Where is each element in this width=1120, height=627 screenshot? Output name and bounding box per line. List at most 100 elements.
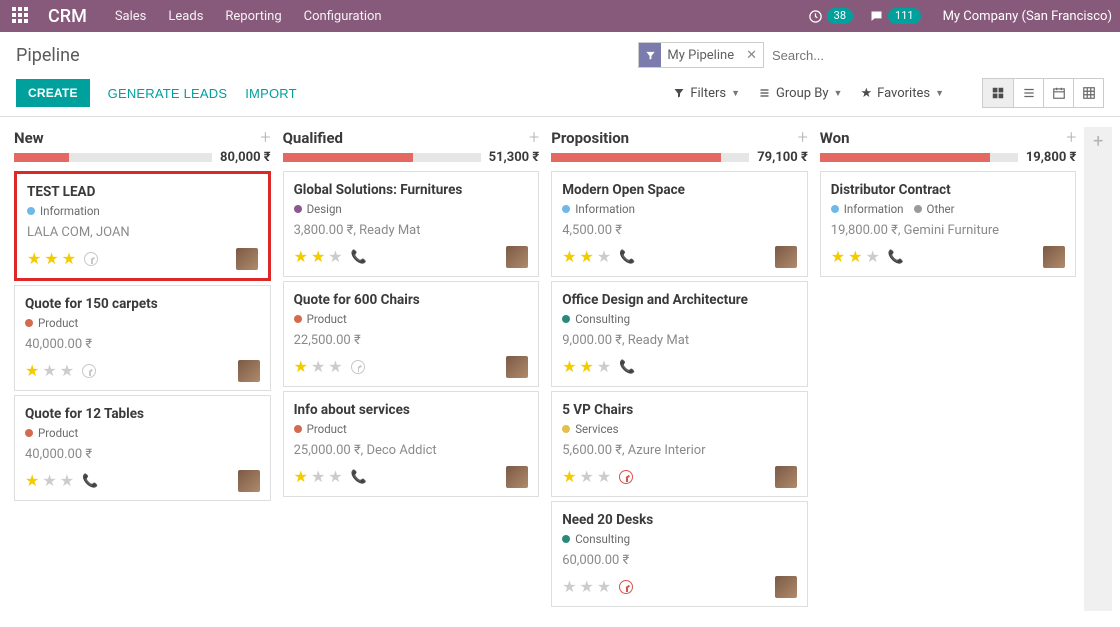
nav-reporting[interactable]: Reporting (225, 9, 281, 24)
kanban-card[interactable]: Quote for 600 ChairsProduct22,500.00 ₹★★… (283, 281, 540, 387)
progress-bar[interactable] (283, 153, 481, 162)
apps-icon[interactable] (12, 7, 30, 25)
star-icon[interactable]: ★ (294, 359, 308, 375)
list-view-button[interactable] (1013, 79, 1043, 107)
star-icon[interactable]: ★ (562, 579, 576, 595)
phone-icon[interactable]: 📞 (619, 250, 635, 265)
pivot-view-button[interactable] (1073, 79, 1103, 107)
avatar[interactable] (238, 360, 260, 382)
star-icon[interactable]: ★ (597, 359, 611, 375)
star-icon[interactable]: ★ (562, 469, 576, 485)
priority-stars[interactable]: ★★★ (27, 251, 76, 267)
kanban-card[interactable]: Modern Open SpaceInformation4,500.00 ₹★★… (551, 171, 808, 277)
star-icon[interactable]: ★ (580, 469, 594, 485)
priority-stars[interactable]: ★★★ (831, 249, 880, 265)
company-switcher[interactable]: My Company (San Francisco) (943, 9, 1112, 24)
avatar[interactable] (506, 246, 528, 268)
column-add-icon[interactable]: + (1066, 127, 1076, 148)
avatar[interactable] (775, 466, 797, 488)
avatar[interactable] (1043, 246, 1065, 268)
import-button[interactable]: IMPORT (245, 86, 297, 101)
star-icon[interactable]: ★ (328, 359, 342, 375)
kanban-card[interactable]: 5 VP ChairsServices5,600.00 ₹, Azure Int… (551, 391, 808, 497)
phone-icon[interactable]: 📞 (888, 250, 904, 265)
column-add-icon[interactable]: + (529, 127, 539, 148)
kanban-view-button[interactable] (983, 79, 1013, 107)
star-icon[interactable]: ★ (328, 249, 342, 265)
avatar[interactable] (775, 246, 797, 268)
avatar[interactable] (238, 470, 260, 492)
generate-leads-button[interactable]: GENERATE LEADS (108, 86, 228, 101)
discuss-button[interactable]: 111 (869, 8, 921, 24)
star-icon[interactable]: ★ (62, 251, 76, 267)
star-icon[interactable]: ★ (597, 249, 611, 265)
star-icon[interactable]: ★ (42, 363, 56, 379)
priority-stars[interactable]: ★★★ (294, 249, 343, 265)
star-icon[interactable]: ★ (562, 359, 576, 375)
avatar[interactable] (506, 356, 528, 378)
star-icon[interactable]: ★ (580, 579, 594, 595)
priority-stars[interactable]: ★★★ (25, 363, 74, 379)
priority-stars[interactable]: ★★★ (562, 249, 611, 265)
phone-icon[interactable]: 📞 (619, 360, 635, 375)
star-icon[interactable]: ★ (42, 473, 56, 489)
star-icon[interactable]: ★ (328, 469, 342, 485)
star-icon[interactable]: ★ (848, 249, 862, 265)
star-icon[interactable]: ★ (562, 249, 576, 265)
progress-bar[interactable] (551, 153, 749, 162)
phone-icon[interactable]: 📞 (351, 250, 367, 265)
progress-bar[interactable] (820, 153, 1018, 162)
calendar-view-button[interactable] (1043, 79, 1073, 107)
star-icon[interactable]: ★ (831, 249, 845, 265)
kanban-card[interactable]: Info about servicesProduct25,000.00 ₹, D… (283, 391, 540, 497)
priority-stars[interactable]: ★★★ (294, 469, 343, 485)
avatar[interactable] (506, 466, 528, 488)
groupby-dropdown[interactable]: Group By▼ (758, 86, 842, 101)
add-column-button[interactable]: + (1084, 127, 1112, 611)
nav-leads[interactable]: Leads (168, 9, 203, 24)
activity-clock-icon[interactable] (351, 360, 365, 374)
star-icon[interactable]: ★ (25, 473, 39, 489)
activity-clock-icon[interactable] (84, 252, 98, 266)
star-icon[interactable]: ★ (597, 469, 611, 485)
star-icon[interactable]: ★ (580, 359, 594, 375)
star-icon[interactable]: ★ (44, 251, 58, 267)
star-icon[interactable]: ★ (294, 469, 308, 485)
phone-icon[interactable]: 📞 (351, 470, 367, 485)
activities-button[interactable]: 38 (808, 8, 853, 24)
kanban-card[interactable]: TEST LEADInformationLALA COM, JOAN★★★ (14, 171, 271, 281)
nav-configuration[interactable]: Configuration (304, 9, 382, 24)
create-button[interactable]: CREATE (16, 79, 90, 107)
nav-sales[interactable]: Sales (115, 9, 147, 24)
search-input[interactable] (764, 44, 1104, 67)
kanban-card[interactable]: Need 20 DesksConsulting60,000.00 ₹★★★ (551, 501, 808, 607)
star-icon[interactable]: ★ (25, 363, 39, 379)
avatar[interactable] (236, 248, 258, 270)
phone-icon[interactable]: 📞 (82, 474, 98, 489)
star-icon[interactable]: ★ (27, 251, 41, 267)
column-add-icon[interactable]: + (798, 127, 808, 148)
priority-stars[interactable]: ★★★ (562, 469, 611, 485)
kanban-card[interactable]: Office Design and ArchitectureConsulting… (551, 281, 808, 387)
star-icon[interactable]: ★ (311, 469, 325, 485)
activity-overdue-icon[interactable] (619, 580, 633, 594)
kanban-card[interactable]: Distributor ContractInformationOther19,8… (820, 171, 1077, 277)
progress-bar[interactable] (14, 153, 212, 162)
priority-stars[interactable]: ★★★ (25, 473, 74, 489)
priority-stars[interactable]: ★★★ (562, 359, 611, 375)
star-icon[interactable]: ★ (294, 249, 308, 265)
star-icon[interactable]: ★ (311, 249, 325, 265)
app-brand[interactable]: CRM (48, 6, 87, 27)
star-icon[interactable]: ★ (60, 363, 74, 379)
priority-stars[interactable]: ★★★ (562, 579, 611, 595)
avatar[interactable] (775, 576, 797, 598)
star-icon[interactable]: ★ (60, 473, 74, 489)
star-icon[interactable]: ★ (597, 579, 611, 595)
priority-stars[interactable]: ★★★ (294, 359, 343, 375)
kanban-card[interactable]: Global Solutions: FurnituresDesign3,800.… (283, 171, 540, 277)
activity-clock-icon[interactable] (82, 364, 96, 378)
favorites-dropdown[interactable]: ★ Favorites▼ (860, 86, 944, 101)
star-icon[interactable]: ★ (580, 249, 594, 265)
column-add-icon[interactable]: + (260, 127, 270, 148)
activity-overdue-icon[interactable] (619, 470, 633, 484)
